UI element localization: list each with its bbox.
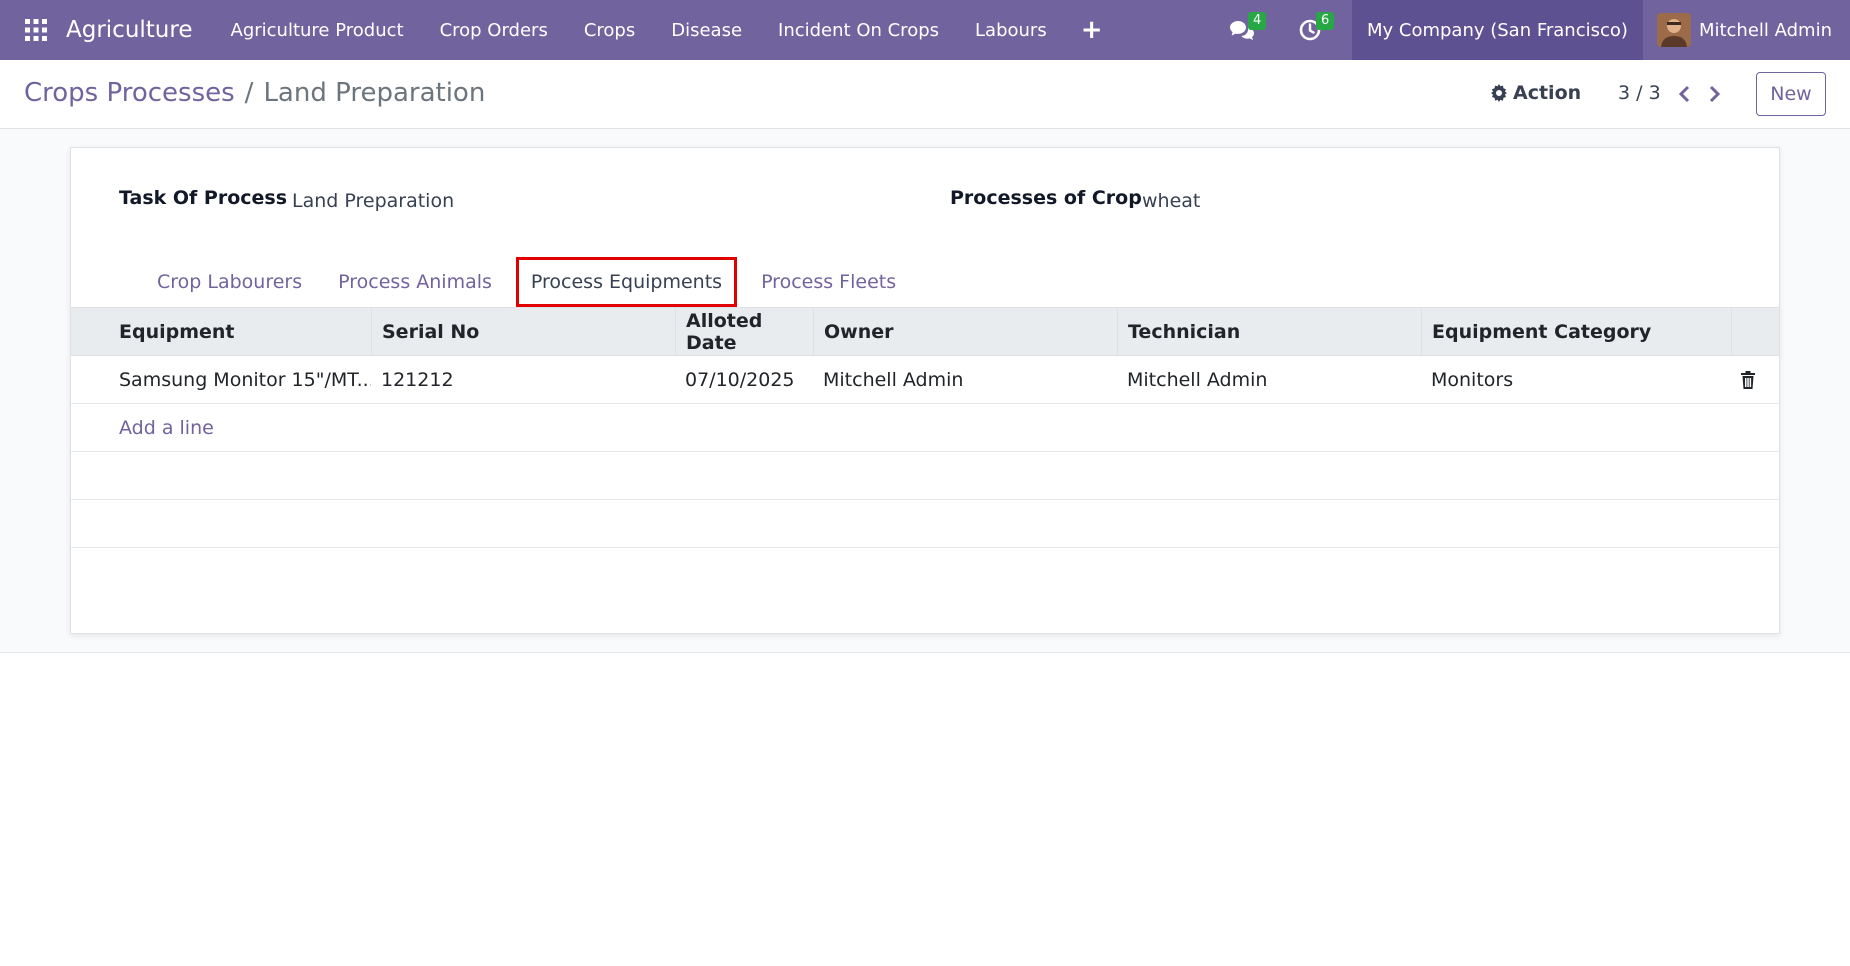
cell-owner[interactable]: Mitchell Admin: [813, 356, 1117, 404]
app-brand[interactable]: Agriculture: [66, 17, 193, 43]
empty-row: [71, 452, 1779, 500]
table-header: Equipment Serial No Alloted Date Owner T…: [71, 307, 1779, 356]
form-sheet: Task Of Process Land Preparation Process…: [70, 147, 1780, 634]
action-label: Action: [1513, 82, 1582, 104]
menu-crop-orders[interactable]: Crop Orders: [422, 0, 566, 60]
user-menu[interactable]: Mitchell Admin: [1643, 0, 1850, 60]
menu-labours[interactable]: Labours: [957, 0, 1065, 60]
breadcrumb: Crops Processes / Land Preparation: [24, 78, 485, 108]
menu-crops[interactable]: Crops: [566, 0, 653, 60]
column-equipment[interactable]: Equipment: [109, 308, 371, 355]
notebook-tabs: Crop Labourers Process Animals Process E…: [139, 257, 914, 307]
activities-button[interactable]: 6: [1276, 0, 1344, 60]
cell-alloted-date[interactable]: 07/10/2025: [675, 356, 813, 404]
cell-serial-no[interactable]: 121212: [371, 356, 675, 404]
systray: 4 6 My Company (San Francisco) Mitchell …: [1208, 0, 1850, 60]
avatar: [1656, 13, 1691, 47]
chevron-left-icon[interactable]: [1672, 82, 1696, 106]
task-of-process-label: Task Of Process: [119, 187, 288, 209]
processes-of-crop-label: Processes of Crop: [950, 187, 1142, 209]
menu-disease[interactable]: Disease: [653, 0, 760, 60]
column-owner[interactable]: Owner: [813, 308, 1117, 355]
menu-incident-on-crops[interactable]: Incident On Crops: [760, 0, 957, 60]
trash-icon[interactable]: [1737, 369, 1759, 391]
gear-icon: [1491, 84, 1507, 102]
column-actions: [1731, 308, 1779, 355]
empty-row: [71, 500, 1779, 548]
table-row[interactable]: Samsung Monitor 15"/MT... 121212 07/10/2…: [71, 356, 1779, 404]
task-of-process-field[interactable]: Land Preparation: [292, 190, 454, 212]
cell-technician[interactable]: Mitchell Admin: [1117, 356, 1421, 404]
column-technician[interactable]: Technician: [1117, 308, 1421, 355]
column-equipment-category[interactable]: Equipment Category: [1421, 308, 1725, 355]
tab-crop-labourers[interactable]: Crop Labourers: [139, 257, 320, 307]
user-name: Mitchell Admin: [1698, 19, 1832, 41]
action-button[interactable]: Action: [1490, 82, 1581, 104]
new-button[interactable]: New: [1756, 72, 1826, 116]
tab-process-animals[interactable]: Process Animals: [320, 257, 510, 307]
breadcrumb-separator: /: [244, 78, 254, 108]
cell-equipment-category[interactable]: Monitors: [1421, 356, 1725, 404]
top-navbar: Agriculture Agriculture Product Crop Ord…: [0, 0, 1850, 60]
messages-badge: 4: [1247, 12, 1267, 30]
column-alloted-date[interactable]: Alloted Date: [675, 308, 813, 355]
tab-process-equipments[interactable]: Process Equipments: [515, 257, 738, 307]
menu-agriculture-product[interactable]: Agriculture Product: [213, 0, 422, 60]
activities-badge: 6: [1315, 12, 1335, 30]
breadcrumb-current: Land Preparation: [263, 78, 486, 108]
add-line-link[interactable]: Add a line: [119, 404, 214, 452]
chevron-right-icon[interactable]: [1703, 82, 1727, 106]
control-panel: Crops Processes / Land Preparation Actio…: [0, 60, 1850, 129]
processes-of-crop-field[interactable]: wheat: [1142, 190, 1200, 212]
add-line-row: Add a line: [71, 404, 1779, 452]
pager-value[interactable]: 3 / 3: [1618, 82, 1661, 104]
column-serial-no[interactable]: Serial No: [371, 308, 675, 355]
messages-button[interactable]: 4: [1208, 0, 1276, 60]
breadcrumb-parent[interactable]: Crops Processes: [24, 78, 235, 108]
company-switcher[interactable]: My Company (San Francisco): [1351, 0, 1643, 60]
plus-icon[interactable]: +: [1065, 0, 1119, 60]
cell-equipment[interactable]: Samsung Monitor 15"/MT...: [109, 356, 371, 404]
apps-grid-icon[interactable]: [18, 12, 54, 48]
tab-process-fleets[interactable]: Process Fleets: [743, 257, 914, 307]
